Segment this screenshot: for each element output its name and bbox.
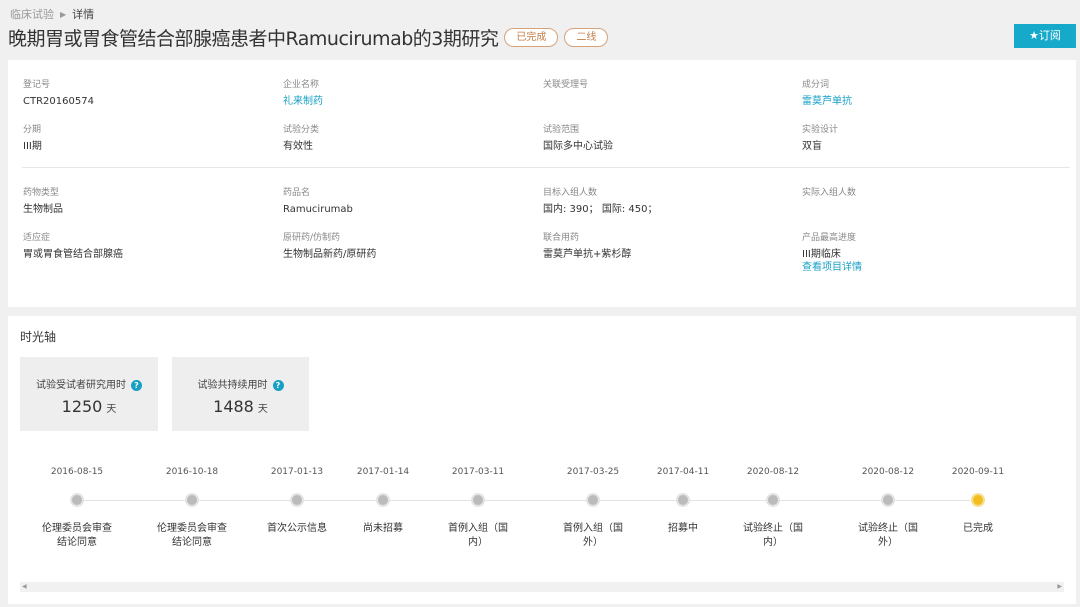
event-date: 2017-03-11: [451, 467, 505, 477]
timeline-dot[interactable]: [70, 493, 84, 507]
field-value: III期: [23, 141, 42, 152]
event-date: 2016-10-18: [165, 467, 219, 477]
timeline-dot[interactable]: [185, 493, 199, 507]
field-value[interactable]: 礼来制药: [283, 95, 523, 108]
field-trial-type: 试验分类 有效性: [283, 124, 523, 153]
event-label: 伦理委员会审查结论同意: [42, 523, 112, 548]
field-actual-enrollment: 实际入组人数: [802, 187, 1042, 203]
field-indication: 适应症胃或胃食管结合部腺癌: [23, 232, 263, 261]
timeline-dot[interactable]: [471, 493, 485, 507]
event-date: 2016-08-15: [50, 467, 104, 477]
field-label: 实际入组人数: [802, 188, 857, 198]
field-label: 企业名称: [283, 80, 320, 90]
event-label: 招募中: [668, 523, 698, 534]
field-drug-name: 药品名 Ramucirumab: [283, 187, 523, 216]
title-row: 晚期胃或胃食管结合部腺癌患者中Ramucirumab的3期研究 已完成 二线: [8, 24, 609, 51]
field-label: 成分词: [802, 80, 830, 90]
field-label: 登记号: [23, 80, 51, 90]
page-title: 晚期胃或胃食管结合部腺癌患者中Ramucirumab的3期研究: [8, 28, 499, 50]
timeline-dot[interactable]: [376, 493, 390, 507]
breadcrumb-separator-icon: ▶: [60, 9, 67, 19]
field-ingredient: 成分词 雷莫芦单抗: [802, 79, 1042, 108]
timeline-dot[interactable]: [881, 493, 895, 507]
field-value: Ramucirumab: [283, 204, 353, 215]
scroll-left-icon[interactable]: ◀: [22, 583, 27, 590]
field-label: 试验范围: [543, 125, 580, 135]
breadcrumb: 临床试验 ▶ 详情: [10, 6, 94, 22]
status-badge: 已完成: [504, 28, 559, 47]
field-label: 适应症: [23, 233, 51, 243]
subscribe-button[interactable]: ★订阅: [1014, 24, 1076, 48]
divider: [22, 167, 1070, 168]
stat-subject-duration: 试验受试者研究用时? 1250 天: [20, 357, 158, 431]
field-label: 实验设计: [802, 125, 839, 135]
field-label: 原研药/仿制药: [283, 233, 341, 243]
help-icon[interactable]: ?: [131, 379, 142, 391]
field-drug-type: 药物类型 生物制品: [23, 187, 263, 216]
field-value: 有效性: [283, 141, 313, 152]
timeline-axis: [70, 500, 970, 501]
trial-info-card: 登记号 CTR20160574 企业名称礼来制药 关联受理号 成分词雷莫芦单抗分期 III…: [8, 60, 1076, 307]
breadcrumb-root[interactable]: 临床试验: [10, 6, 54, 22]
field-label: 产品最高进度: [802, 233, 857, 243]
help-icon[interactable]: ?: [272, 379, 284, 391]
scroll-right-icon[interactable]: ▶: [1057, 583, 1062, 590]
timeline-dot[interactable]: [676, 493, 690, 507]
event-label: 试验终止（国内）: [743, 523, 803, 548]
line-badge: 二线: [564, 28, 609, 47]
timeline-dot[interactable]: [766, 493, 780, 507]
field-highest-progress: 产品最高进度 III期临床 查看项目详情: [802, 232, 1042, 274]
field-label: 关联受理号: [543, 80, 589, 90]
field-design: 实验设计 双盲: [802, 124, 1042, 153]
field-acceptance-no: 关联受理号: [543, 79, 783, 95]
field-label: 药物类型: [23, 188, 60, 198]
stat-unit: 天: [106, 404, 117, 415]
event-date: 2020-09-11: [951, 467, 1005, 477]
field-value[interactable]: 雷莫芦单抗: [802, 95, 1042, 108]
timeline-dot[interactable]: [971, 493, 985, 507]
event-label: 尚未招募: [363, 523, 403, 534]
horizontal-scrollbar[interactable]: ◀ ▶: [20, 582, 1064, 592]
stat-label: 试验受试者研究用时: [36, 380, 126, 391]
event-label: 试验终止（国外）: [858, 523, 918, 548]
field-value: III期临床: [802, 249, 841, 260]
field-label: 药品名: [283, 188, 311, 198]
field-value: 国内: 390； 国际: 450；: [543, 204, 658, 215]
timeline-card: 时光轴 试验受试者研究用时? 1250 天 试验共持续用时? 1488 天: [8, 316, 1076, 604]
field-value: 生物制品新药/原研药: [283, 249, 377, 260]
field-originator: 原研药/仿制药生物制品新药/原研药: [283, 232, 523, 261]
event-label: 首例入组（国内）: [448, 523, 508, 548]
event-label: 已完成: [963, 523, 993, 534]
timeline-dot[interactable]: [290, 493, 304, 507]
stat-value: 1488: [213, 397, 254, 416]
field-target-enrollment: 目标入组人数国内: 390； 国际: 450；: [543, 187, 783, 216]
event-label: 伦理委员会审查结论同意: [157, 523, 227, 548]
stat-unit: 天: [257, 404, 268, 415]
field-label: 联合用药: [543, 233, 580, 243]
field-value: 国际多中心试验: [543, 141, 613, 152]
stat-total-duration: 试验共持续用时? 1488 天: [172, 357, 309, 431]
field-label: 试验分类: [283, 125, 320, 135]
field-reg-no: 登记号 CTR20160574: [23, 79, 263, 108]
field-label: 目标入组人数: [543, 188, 598, 198]
project-detail-link[interactable]: 查看项目详情: [802, 261, 1042, 274]
field-phase: 分期 III期: [23, 124, 263, 153]
event-date: 2020-08-12: [746, 467, 800, 477]
field-trial-scope: 试验范围国际多中心试验: [543, 124, 783, 153]
field-value: CTR20160574: [23, 96, 94, 107]
field-combination: 联合用药雷莫芦单抗+紫杉醇: [543, 232, 783, 261]
event-label: 首例入组（国外）: [563, 523, 623, 548]
event-label: 首次公示信息: [267, 523, 327, 534]
field-value: 胃或胃食管结合部腺癌: [23, 249, 123, 260]
breadcrumb-current: 详情: [72, 8, 95, 21]
field-value: 双盲: [802, 141, 822, 152]
stat-label: 试验共持续用时: [197, 380, 268, 391]
stat-value: 1250: [61, 397, 103, 416]
field-value: 雷莫芦单抗+紫杉醇: [543, 249, 632, 260]
field-label: 分期: [23, 125, 42, 135]
field-value: 生物制品: [23, 204, 63, 215]
timeline-title: 时光轴: [20, 330, 57, 344]
field-company: 企业名称 礼来制药: [283, 79, 523, 108]
timeline-dot[interactable]: [586, 493, 600, 507]
